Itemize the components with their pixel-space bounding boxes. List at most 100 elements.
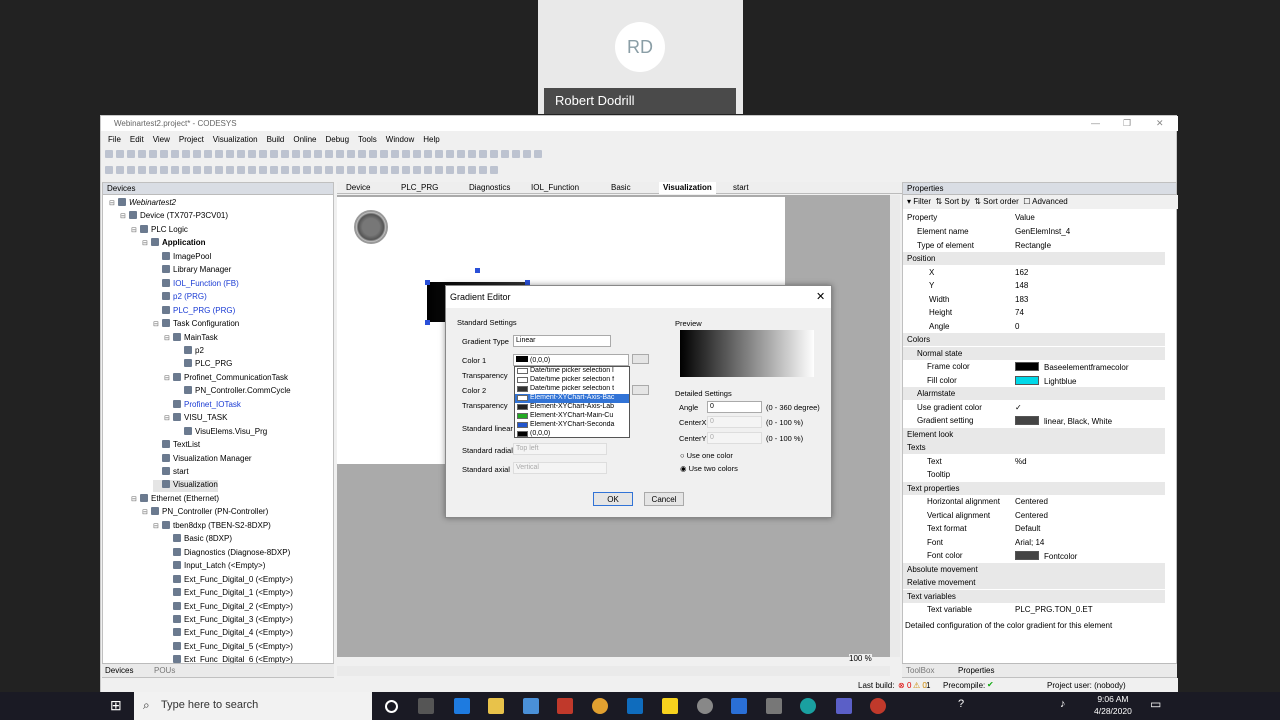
menu-edit[interactable]: Edit bbox=[130, 135, 144, 144]
centery-input[interactable]: 0 bbox=[707, 432, 762, 444]
dropdown-option[interactable]: Date/time picker selection l bbox=[515, 367, 629, 376]
cancel-button[interactable]: Cancel bbox=[644, 492, 684, 506]
tree-item[interactable]: Ext_Func_Digital_0 (<Empty>) bbox=[164, 574, 293, 587]
property-row[interactable]: Text format Default bbox=[903, 522, 1165, 535]
tree-item[interactable]: Ext_Func_Digital_5 (<Empty>) bbox=[164, 641, 293, 654]
app-icon-red[interactable] bbox=[557, 698, 573, 714]
tree-item[interactable]: TextList bbox=[153, 440, 200, 452]
tree-item[interactable]: Ext_Func_Digital_2 (<Empty>) bbox=[164, 601, 293, 614]
tab-pous[interactable]: POUs bbox=[154, 666, 175, 675]
editor-tab[interactable]: Device bbox=[342, 182, 374, 194]
use-one-color-radio[interactable]: ○ Use one color bbox=[680, 451, 733, 460]
chrome-icon[interactable] bbox=[592, 698, 608, 714]
file-explorer-icon[interactable] bbox=[488, 698, 504, 714]
expander-icon[interactable]: ⊟ bbox=[164, 334, 171, 342]
editor-tab[interactable]: Diagnostics bbox=[465, 182, 514, 194]
tree-item[interactable]: ⊟ Application bbox=[142, 238, 206, 250]
codesys-icon[interactable] bbox=[870, 698, 886, 714]
menu-debug[interactable]: Debug bbox=[326, 135, 350, 144]
property-row[interactable]: Y 148 bbox=[903, 279, 1165, 292]
dropdown-option[interactable]: (0,0,0) bbox=[515, 430, 629, 439]
help-icon[interactable]: ? bbox=[958, 698, 964, 710]
dropdown-option[interactable]: Element-XYChart-Axis-Bac bbox=[515, 394, 629, 403]
edge-icon[interactable] bbox=[454, 698, 470, 714]
sticky-notes-icon[interactable] bbox=[662, 698, 678, 714]
property-row[interactable]: Text variables bbox=[903, 589, 1165, 603]
selection-handle[interactable] bbox=[425, 320, 430, 325]
tree-item[interactable]: ⊟ PLC Logic bbox=[131, 224, 188, 237]
menu-online[interactable]: Online bbox=[293, 135, 316, 144]
property-row[interactable]: Text %d bbox=[903, 455, 1165, 468]
tree-item[interactable]: Ext_Func_Digital_1 (<Empty>) bbox=[164, 588, 293, 600]
app-icon-blue[interactable] bbox=[731, 698, 747, 714]
property-row[interactable]: Texts bbox=[903, 441, 1165, 454]
tree-item[interactable]: Visualization Manager bbox=[153, 453, 252, 466]
dropdown-option[interactable]: Element-XYChart-Axis-Lab bbox=[515, 403, 629, 412]
tree-item[interactable]: ⊟ Ethernet (Ethernet) bbox=[131, 493, 219, 506]
advanced-checkbox[interactable]: ☐ Advanced bbox=[1023, 197, 1068, 206]
expander-icon[interactable]: ⊟ bbox=[164, 374, 171, 382]
property-row[interactable]: Fill color Lightblue bbox=[903, 374, 1165, 387]
property-row[interactable]: X 162 bbox=[903, 266, 1165, 279]
expander-icon[interactable]: ⊟ bbox=[153, 320, 160, 328]
gradient-type-select[interactable]: Linear bbox=[513, 335, 611, 347]
expander-icon[interactable]: ⊟ bbox=[109, 199, 116, 207]
expander-icon[interactable]: ⊟ bbox=[120, 212, 127, 220]
menu-tools[interactable]: Tools bbox=[358, 135, 377, 144]
property-row[interactable]: Use gradient color ✓ bbox=[903, 401, 1165, 414]
tree-item[interactable]: Ext_Func_Digital_3 (<Empty>) bbox=[164, 614, 293, 627]
standard-radial-select[interactable]: Top left bbox=[513, 443, 607, 455]
property-row[interactable]: Element look bbox=[903, 427, 1165, 441]
tree-item[interactable]: Profinet_IOTask bbox=[164, 399, 241, 412]
selection-handle[interactable] bbox=[475, 268, 480, 273]
menu-window[interactable]: Window bbox=[386, 135, 414, 144]
tree-item[interactable]: start bbox=[153, 467, 189, 479]
angle-input[interactable]: 0 bbox=[707, 401, 762, 413]
editor-tab[interactable]: Basic bbox=[607, 182, 635, 194]
standard-axial-select[interactable]: Vertical bbox=[513, 462, 607, 474]
tab-properties[interactable]: Properties bbox=[958, 666, 994, 675]
property-row[interactable]: Type of element Rectangle bbox=[903, 239, 1165, 252]
color1-select[interactable]: (0,0,0) bbox=[513, 354, 629, 366]
editor-tab[interactable]: PLC_PRG bbox=[397, 182, 442, 194]
tree-item[interactable]: ⊟ Device (TX707-P3CV01) bbox=[120, 211, 228, 223]
expander-icon[interactable]: ⊟ bbox=[142, 508, 149, 516]
taskbar-search[interactable]: Type here to search bbox=[134, 692, 372, 720]
tree-item[interactable]: Basic (8DXP) bbox=[164, 534, 232, 546]
menu-project[interactable]: Project bbox=[179, 135, 204, 144]
tree-item[interactable]: VisuElems.Visu_Prg bbox=[175, 426, 267, 439]
app-icon-gray[interactable] bbox=[697, 698, 713, 714]
dialog-close-button[interactable]: ✕ bbox=[816, 290, 825, 303]
property-row[interactable]: Text variable PLC_PRG.TON_0.ET bbox=[903, 603, 1165, 616]
tree-item[interactable]: Diagnostics (Diagnose-8DXP) bbox=[164, 547, 290, 560]
color1-dropdown-list[interactable]: Date/time picker selection l Date/time pi… bbox=[514, 366, 630, 438]
color2-picker-button[interactable] bbox=[632, 385, 649, 395]
vertical-scrollbar[interactable] bbox=[890, 195, 900, 657]
tree-item[interactable]: ⊟ Webinartest2 bbox=[109, 198, 176, 210]
expander-icon[interactable]: ⊟ bbox=[131, 495, 138, 503]
tree-item[interactable]: ⊟ VISU_TASK bbox=[164, 413, 227, 425]
property-row[interactable]: Absolute movement bbox=[903, 562, 1165, 576]
filter-button[interactable]: ▾ Filter bbox=[907, 197, 931, 206]
property-row[interactable]: Text properties bbox=[903, 481, 1165, 495]
property-row[interactable]: Alarmstate bbox=[903, 387, 1165, 400]
menu-help[interactable]: Help bbox=[423, 135, 439, 144]
expander-icon[interactable]: ⊟ bbox=[153, 522, 160, 530]
camera-icon[interactable] bbox=[766, 698, 782, 714]
tab-devices[interactable]: Devices bbox=[105, 666, 133, 675]
editor-tab[interactable]: IOL_Function bbox=[527, 182, 583, 194]
cortana-icon[interactable] bbox=[385, 700, 398, 713]
property-row[interactable]: Height 74 bbox=[903, 306, 1165, 319]
zoom-level[interactable]: 100 % bbox=[849, 654, 872, 663]
dropdown-option[interactable]: Date/time picker selection t bbox=[515, 385, 629, 394]
tree-item[interactable]: p2 bbox=[175, 345, 204, 358]
taskbar-clock[interactable]: 9:06 AM 4/28/2020 bbox=[1094, 693, 1132, 717]
expander-icon[interactable]: ⊟ bbox=[164, 414, 171, 422]
teams-icon[interactable] bbox=[836, 698, 852, 714]
close-button[interactable]: ✕ bbox=[1156, 118, 1164, 129]
tree-item[interactable]: ⊟ MainTask bbox=[164, 332, 218, 345]
property-row[interactable]: Normal state bbox=[903, 346, 1165, 360]
tree-item[interactable]: ImagePool bbox=[153, 251, 211, 264]
color1-picker-button[interactable] bbox=[632, 354, 649, 364]
tree-item[interactable]: IOL_Function (FB) bbox=[153, 278, 239, 291]
